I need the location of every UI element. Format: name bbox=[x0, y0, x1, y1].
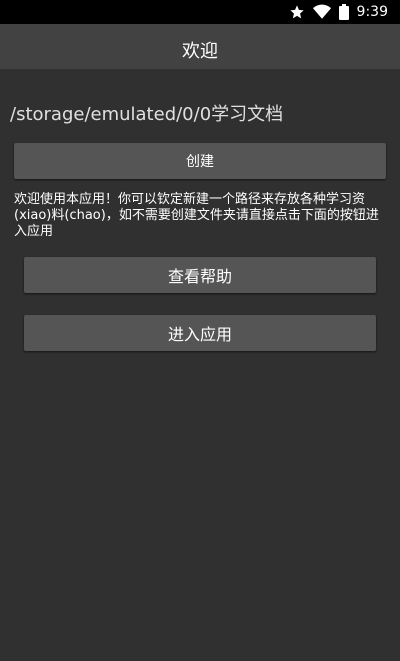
app-bar: 欢迎 bbox=[0, 24, 400, 69]
status-time: 9:39 bbox=[356, 4, 388, 20]
view-help-button[interactable]: 查看帮助 bbox=[24, 257, 376, 293]
page-title: 欢迎 bbox=[182, 40, 218, 62]
wifi-icon bbox=[312, 4, 331, 20]
create-button[interactable]: 创建 bbox=[14, 143, 386, 179]
welcome-description: 欢迎使用本应用！你可以钦定新建一个路径来存放各种学习资(xiao)料(chao)… bbox=[14, 192, 379, 239]
storage-path-label: /storage/emulated/0/0学习文档 bbox=[10, 104, 284, 125]
star-icon bbox=[289, 4, 305, 20]
status-bar: 9:39 bbox=[0, 0, 400, 24]
battery-icon bbox=[338, 4, 349, 20]
enter-app-button[interactable]: 进入应用 bbox=[24, 315, 376, 351]
